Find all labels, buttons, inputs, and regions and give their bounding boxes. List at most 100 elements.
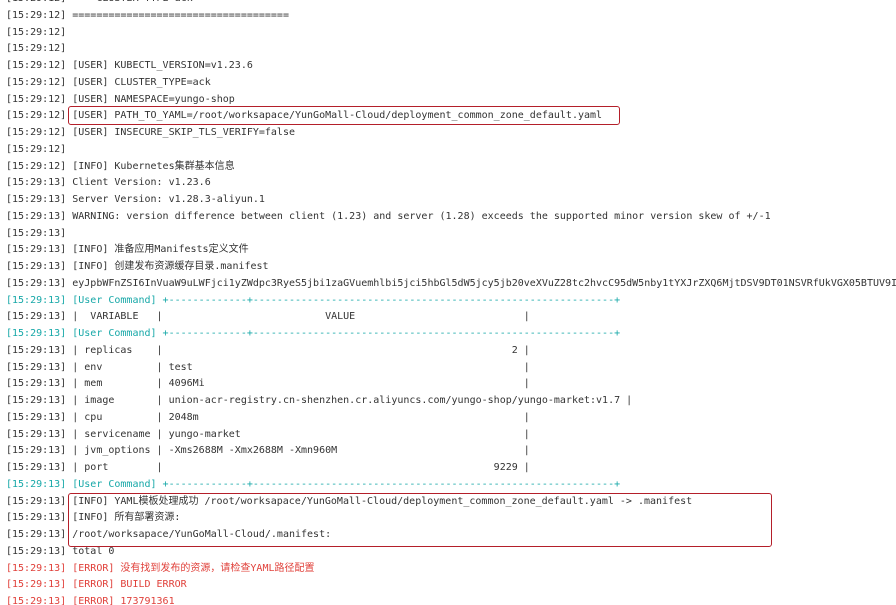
log-timestamp: [15:29:13] [6,277,67,289]
log-line: [15:29:13] total 0 [6,544,896,561]
log-timestamp: [15:29:12] [6,76,67,88]
log-line: [15:29:13] Client Version: v1.23.6 [6,175,896,192]
log-message: | mem | 4096Mi | [66,378,530,390]
log-timestamp: [15:29:13] [6,294,67,306]
log-timestamp: [15:29:13] [6,445,67,457]
log-timestamp: [15:29:12] [6,43,67,55]
log-timestamp: [15:29:13] [6,478,67,490]
log-timestamp: [15:29:13] [6,562,67,574]
log-line: [15:29:13] [INFO] 准备应用Manifests定义文件 [6,242,896,259]
log-timestamp: [15:29:12] [6,160,67,172]
log-timestamp: [15:29:13] [6,344,67,356]
log-message: | VARIABLE | VALUE | [66,311,530,323]
log-message: [USER] NAMESPACE=yungo-shop [66,93,235,105]
log-line: [15:29:13] /root/worksapace/YunGoMall-Cl… [6,527,896,544]
log-line: [15:29:13] [6,226,896,243]
log-message: [ERROR] 没有找到发布的资源，请检查YAML路径配置 [66,562,315,574]
log-line: [15:29:12] [USER] NAMESPACE=yungo-shop [6,92,896,109]
log-line: [15:29:12] [6,25,896,42]
log-message: [USER] INSECURE_SKIP_TLS_VERIFY=false [66,127,295,138]
log-timestamp: [15:29:12] [6,143,67,155]
log-timestamp: [15:29:13] [6,411,67,423]
log-message: [INFO] YAML模板处理成功 /root/worksapace/YunGo… [66,495,693,507]
log-timestamp: [15:29:13] [6,194,67,205]
log-message: Client Version: v1.23.6 [66,177,211,189]
log-line: [15:29:13] | mem | 4096Mi | [6,376,896,393]
log-line: [15:29:12] [USER] PATH_TO_YAML=/root/wor… [6,108,896,125]
log-line: [15:29:13] | image | union-acr-registry.… [6,393,896,410]
log-line: [15:29:13] [INFO] YAML模板处理成功 /root/works… [6,494,896,511]
log-message: [User Command] +-------------+----------… [66,478,621,490]
log-message: | jvm_options | -Xms2688M -Xmx2688M -Xmn… [66,445,530,457]
log-message: ==================================== [66,9,289,21]
log-timestamp: [15:29:13] [6,495,67,507]
log-line: [15:29:12] [USER] KUBECTL_VERSION=v1.23.… [6,58,896,75]
log-line: [15:29:12] [USER] CLUSTER_TYPE=ack [6,75,896,92]
log-timestamp: [15:29:13] [6,210,67,222]
log-line: [15:29:13] | servicename | yungo-market … [6,427,896,444]
log-message: [ERROR] BUILD ERROR [66,579,187,591]
log-message: CLUSTER TYPE ack [66,0,192,4]
log-lines: [15:29:12] CLUSTER TYPE ack[15:29:12] ==… [6,0,896,605]
log-timestamp: [15:29:13] [6,512,67,524]
log-timestamp: [15:29:13] [6,462,67,473]
log-line: [15:29:13] | replicas | 2 | [6,343,896,360]
log-line: [15:29:12] =============================… [6,8,896,25]
log-timestamp: [15:29:12] [6,127,67,138]
log-timestamp: [15:29:13] [6,227,67,239]
log-line: [15:29:13] WARNING: version difference b… [6,209,896,226]
log-timestamp: [15:29:12] [6,26,67,38]
build-log-console[interactable]: [15:29:12] CLUSTER TYPE ack[15:29:12] ==… [0,0,896,605]
log-message: [INFO] 创建发布资源缓存目录.manifest [66,261,269,272]
log-line: [15:29:13] | cpu | 2048m | [6,410,896,427]
log-message: [INFO] 准备应用Manifests定义文件 [66,244,249,256]
log-message: [USER] PATH_TO_YAML=/root/worksapace/Yun… [66,110,603,122]
log-line: [15:29:13] | VARIABLE | VALUE | [6,309,896,326]
log-timestamp: [15:29:13] [6,579,67,591]
log-timestamp: [15:29:13] [6,596,67,605]
log-message: [INFO] 所有部署资源: [66,512,181,524]
log-message: [User Command] +-------------+----------… [66,328,621,339]
log-timestamp: [15:29:13] [6,244,67,256]
log-message: | replicas | 2 | [66,344,530,356]
log-line: [15:29:13] [ERROR] 173791361 [6,594,896,605]
log-timestamp: [15:29:13] [6,378,67,390]
log-line: [15:29:13] [User Command] +-------------… [6,326,896,343]
log-message: | servicename | yungo-market | [66,428,530,440]
log-message: [USER] KUBECTL_VERSION=v1.23.6 [66,60,253,71]
log-line: [15:29:13] [User Command] +-------------… [6,477,896,494]
log-timestamp: [15:29:13] [6,361,67,373]
log-timestamp: [15:29:13] [6,529,67,540]
log-message: /root/worksapace/YunGoMall-Cloud/.manife… [66,529,332,540]
log-line: [15:29:13] eyJpbWFnZSI6InVuaW9uLWFjci1yZ… [6,276,896,293]
log-message: | cpu | 2048m | [66,411,530,423]
log-message: | image | union-acr-registry.cn-shenzhen… [66,395,633,406]
log-timestamp: [15:29:12] [6,110,67,122]
log-timestamp: [15:29:12] [6,93,67,105]
log-timestamp: [15:29:13] [6,328,67,339]
log-line: [15:29:13] [ERROR] BUILD ERROR [6,577,896,594]
log-message: Server Version: v1.28.3-aliyun.1 [66,194,265,205]
log-line: [15:29:13] | jvm_options | -Xms2688M -Xm… [6,443,896,460]
log-message: [INFO] Kubernetes集群基本信息 [66,160,235,172]
log-line: [15:29:12] [6,142,896,159]
log-timestamp: [15:29:13] [6,395,67,406]
log-line: [15:29:13] Server Version: v1.28.3-aliyu… [6,192,896,209]
log-message: total 0 [66,545,115,557]
log-message: eyJpbWFnZSI6InVuaW9uLWFjci1yZWdpc3RyeS5j… [72,277,896,289]
log-line: [15:29:12] [USER] INSECURE_SKIP_TLS_VERI… [6,125,896,142]
log-timestamp: [15:29:13] [6,545,67,557]
log-line: [15:29:13] [User Command] +-------------… [6,293,896,310]
log-timestamp: [15:29:12] [6,0,66,4]
log-message: WARNING: version difference between clie… [66,210,771,222]
log-line: [15:29:13] [INFO] 所有部署资源: [6,510,896,527]
log-timestamp: [15:29:12] [6,60,67,71]
log-timestamp: [15:29:13] [6,311,67,323]
log-timestamp: [15:29:13] [6,428,67,440]
log-message: [ERROR] 173791361 [66,596,175,605]
log-message: [User Command] +-------------+----------… [66,294,621,306]
log-line: [15:29:12] [INFO] Kubernetes集群基本信息 [6,159,896,176]
log-message: | env | test | [66,361,530,373]
log-line: [15:29:13] [INFO] 创建发布资源缓存目录.manifest [6,259,896,276]
log-timestamp: [15:29:12] [6,9,67,21]
